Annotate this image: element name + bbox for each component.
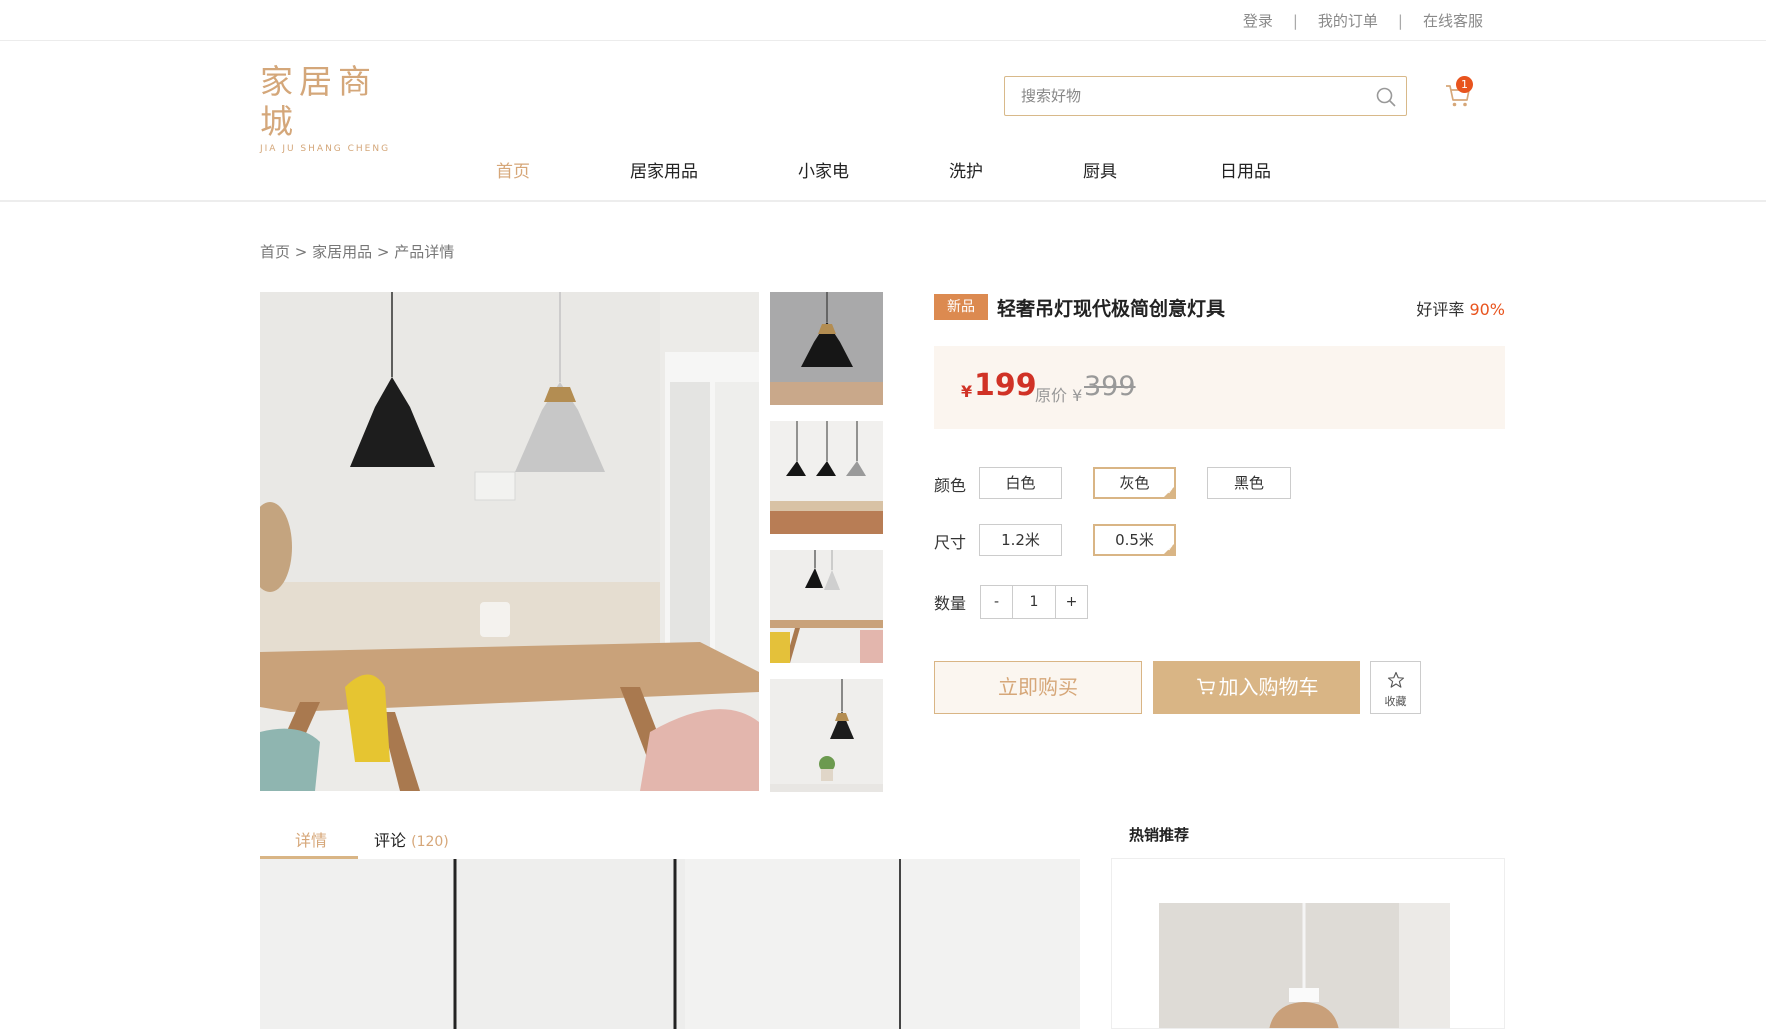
color-option-white[interactable]: 白色 [979,467,1062,499]
size-option-1-2m[interactable]: 1.2米 [979,524,1062,556]
login-link[interactable]: 登录 [1243,10,1273,31]
nav-item-care[interactable]: 洗护 [949,157,983,182]
product-main-image [260,292,759,791]
new-tag: 新品 [934,294,988,320]
original-price: 399 [1084,371,1136,402]
separator: | [1397,11,1403,30]
rating-label: 好评率 [1416,300,1465,319]
quantity-label: 数量 [934,594,967,613]
increment-button[interactable]: + [1056,586,1087,618]
thumbnail-1[interactable] [770,292,883,405]
quantity-input[interactable]: 1 [1012,586,1056,618]
search-icon[interactable] [1374,85,1398,109]
hot-recommend-title: 热销推荐 [1129,826,1190,844]
breadcrumb[interactable]: 首页 > 家居用品 > 产品详情 [260,241,454,262]
quantity-stepper: - 1 + [980,585,1088,619]
star-icon [1387,671,1404,688]
nav-item-small-appliances[interactable]: 小家电 [798,157,849,182]
color-option-gray[interactable]: 灰色 [1093,467,1176,499]
top-bar: 登录 | 我的订单 | 在线客服 [0,0,1766,41]
decrement-button[interactable]: - [981,586,1012,618]
nav-item-kitchenware[interactable]: 厨具 [1083,157,1117,182]
separator: | [1292,11,1298,30]
favorite-button[interactable]: 收藏 [1370,661,1421,714]
nav-item-household[interactable]: 居家用品 [630,157,698,182]
tab-details[interactable]: 详情 [295,827,327,851]
thumbnail-4[interactable] [770,679,883,792]
tab-reviews-label: 评论 [374,831,407,850]
hot-product-image [1159,903,1450,1028]
check-icon [1162,542,1176,556]
product-title: 轻奢吊灯现代极简创意灯具 [997,298,1226,320]
hot-recommend-card[interactable] [1111,858,1505,1029]
buy-now-button[interactable]: 立即购买 [934,661,1142,714]
rating: 好评率 90% [1416,296,1505,320]
favorite-label: 收藏 [1384,695,1407,708]
size-option-label: 0.5米 [1115,531,1154,549]
customer-service-link[interactable]: 在线客服 [1423,10,1483,31]
rating-value: 90% [1469,300,1505,319]
color-option-label: 灰色 [1119,474,1150,492]
currency-symbol: ¥ [961,382,973,401]
top-links: 登录 | 我的订单 | 在线客服 [1243,10,1483,31]
current-price: 199 [974,368,1037,403]
nav-item-daily-goods[interactable]: 日用品 [1220,157,1271,182]
size-option-0-5m[interactable]: 0.5米 [1093,524,1176,556]
reviews-count: (120) [411,834,449,850]
thumbnail-3[interactable] [770,550,883,663]
search-box [1004,76,1407,116]
cart-icon [1196,678,1215,695]
original-price-label: 原价 ¥ [1035,386,1083,405]
my-orders-link[interactable]: 我的订单 [1318,10,1378,31]
size-label: 尺寸 [934,533,967,552]
add-to-cart-button[interactable]: 加入购物车 [1153,661,1360,714]
tab-reviews[interactable]: 评论 (120) [374,827,449,851]
price-box: ¥ 199 原价 ¥ 399 [934,346,1505,429]
detail-tabs: 详情 评论 (120) [260,822,1080,859]
search-input[interactable] [1005,77,1345,115]
main-nav: 首页 居家用品 小家电 洗护 厨具 日用品 [0,132,1766,202]
color-label: 颜色 [934,476,967,495]
detail-image [260,859,1080,1029]
thumbnail-2[interactable] [770,421,883,534]
logo-text: 家居商城 [260,62,377,141]
color-option-black[interactable]: 黑色 [1207,467,1291,499]
cart-count-badge: 1 [1456,76,1473,93]
add-to-cart-label: 加入购物车 [1218,675,1319,699]
nav-item-home[interactable]: 首页 [496,157,530,182]
check-icon [1162,485,1176,499]
